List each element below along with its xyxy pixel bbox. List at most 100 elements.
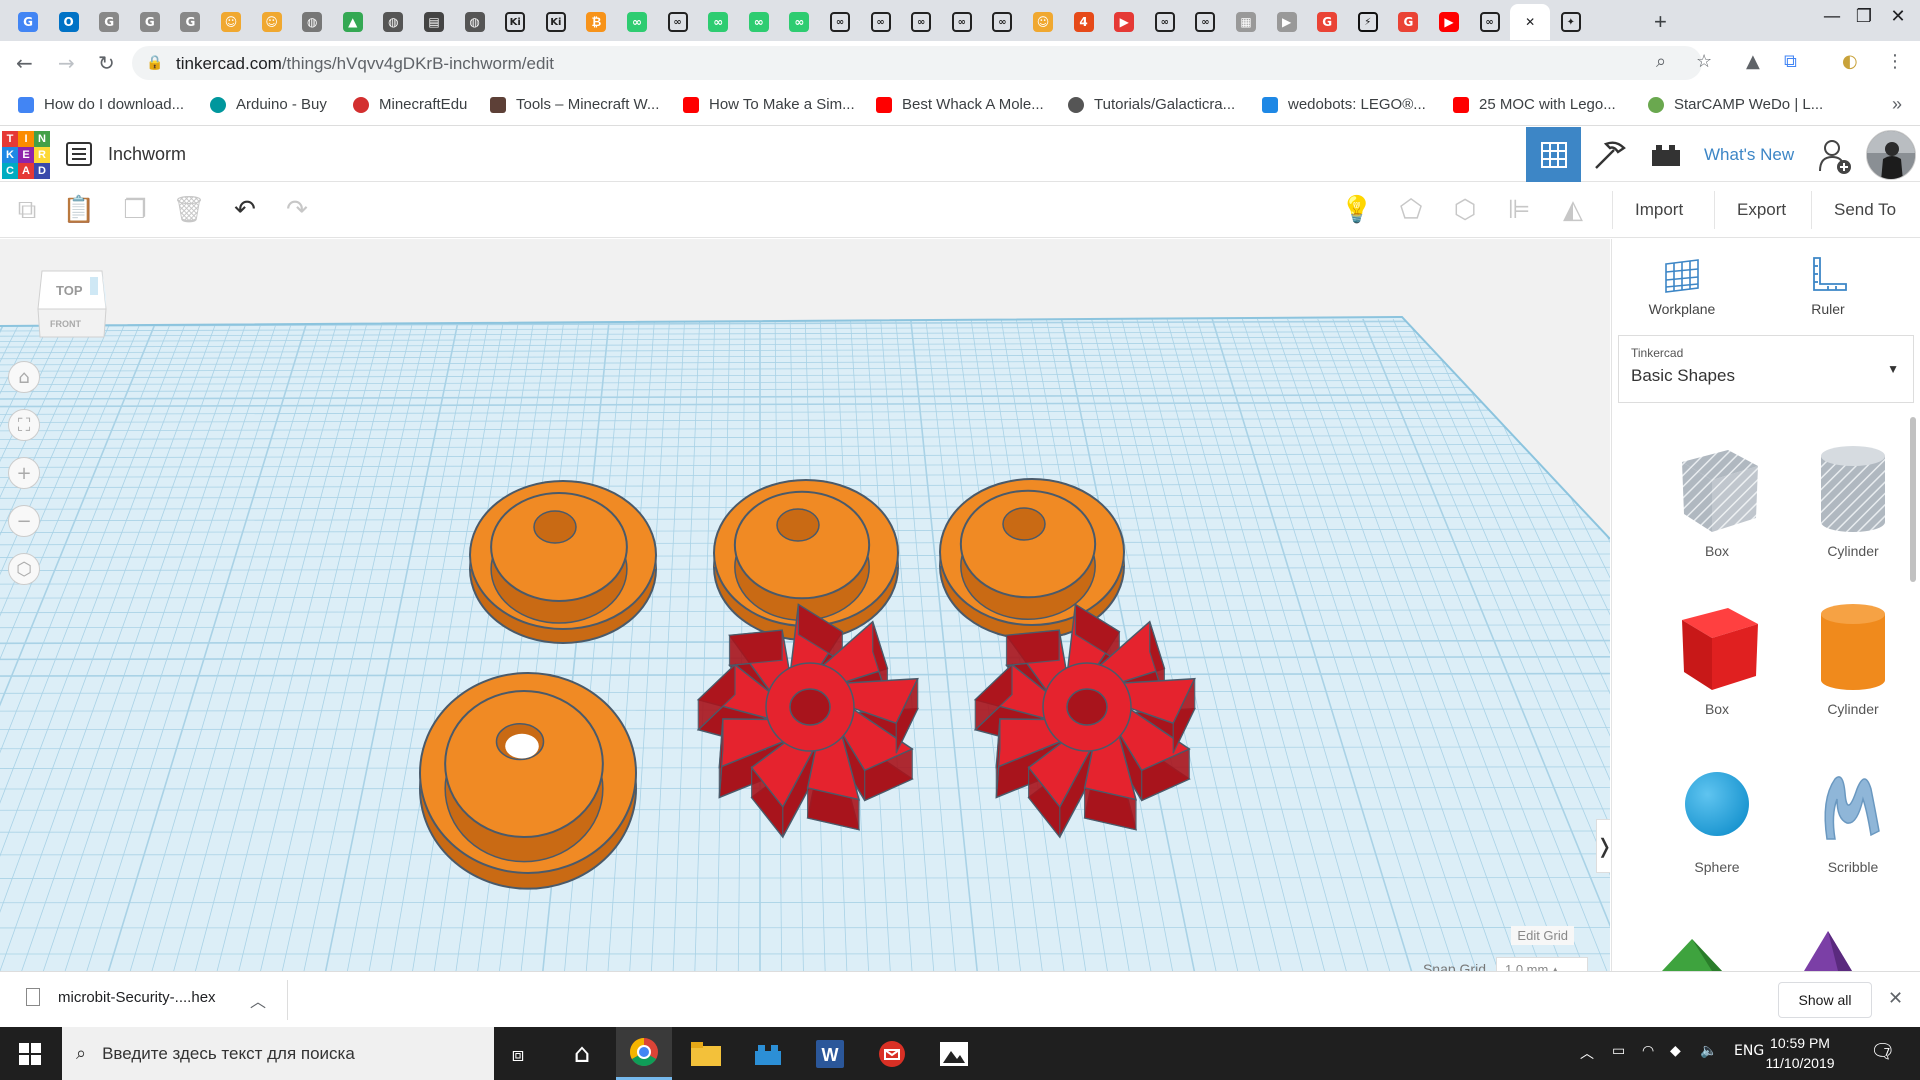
washer-object[interactable] xyxy=(469,480,657,644)
chrome-menu-icon[interactable]: ⋮ xyxy=(1886,51,1904,72)
home-view-button[interactable]: ⌂ xyxy=(8,361,40,393)
bookmark-item[interactable]: Tools – Minecraft W... xyxy=(490,96,659,113)
roof-shape-partial[interactable] xyxy=(1652,929,1732,971)
zoom-in-button[interactable]: + xyxy=(8,457,40,489)
close-download-bar-icon[interactable]: ✕ xyxy=(1888,988,1903,1009)
bricks-icon[interactable] xyxy=(1646,139,1686,171)
washer-object[interactable] xyxy=(939,478,1125,640)
browser-tab[interactable]: ∞ xyxy=(942,4,982,40)
home-app-icon[interactable]: ⌂ xyxy=(554,1027,610,1080)
delete-icon[interactable]: 🗑 xyxy=(172,193,206,227)
collapse-panel-button[interactable]: ❭ xyxy=(1596,819,1610,873)
chrome-taskbar-icon[interactable] xyxy=(616,1027,672,1080)
bookmark-item[interactable]: Tutorials/Galacticra... xyxy=(1068,96,1235,113)
browser-tab[interactable]: ▤ xyxy=(414,4,454,40)
show-all-button[interactable]: Show all xyxy=(1778,982,1872,1018)
browser-tab[interactable]: O xyxy=(49,4,89,40)
bookmark-item[interactable]: wedobots: LEGO®... xyxy=(1262,96,1426,113)
browser-tab[interactable]: G xyxy=(8,4,48,40)
back-button[interactable]: ← xyxy=(16,51,33,75)
browser-tab[interactable]: G xyxy=(1307,4,1347,40)
washer-object[interactable] xyxy=(419,672,637,890)
export-button[interactable]: Export xyxy=(1714,191,1808,229)
browser-tab[interactable]: ⚡ xyxy=(1348,4,1388,40)
browser-tab[interactable]: ▲ xyxy=(333,4,373,40)
lightbulb-icon[interactable]: 💡 xyxy=(1340,193,1374,227)
browser-tab[interactable]: ∞ xyxy=(617,4,657,40)
undo-icon[interactable]: ↶ xyxy=(228,193,262,227)
panel-scrollbar[interactable] xyxy=(1910,417,1916,582)
extension-icon[interactable]: ◐ xyxy=(1842,51,1858,72)
browser-tab[interactable]: ✕ xyxy=(1510,4,1551,40)
battery-icon[interactable]: ▭ xyxy=(1612,1043,1625,1059)
mail-icon[interactable] xyxy=(864,1027,920,1080)
wifi-icon[interactable]: ◠ xyxy=(1642,1043,1654,1059)
notifications-icon[interactable]: 🗨7 xyxy=(1870,1039,1902,1063)
browser-tab[interactable]: ₿ xyxy=(576,4,616,40)
bookmark-item[interactable]: StarCAMP WeDo | L... xyxy=(1648,96,1823,113)
browser-tab[interactable]: Ki xyxy=(536,4,576,40)
design-menu-button[interactable] xyxy=(66,142,92,166)
browser-tab[interactable]: ∞ xyxy=(1145,4,1185,40)
3d-workspace[interactable]: TOP FRONT ⌂ ⛶ + − ⬡ Edit Grid Snap Grid … xyxy=(0,239,1610,971)
user-avatar[interactable] xyxy=(1866,130,1916,180)
gear-object[interactable] xyxy=(973,603,1196,839)
browser-tab[interactable]: ▦ xyxy=(1226,4,1266,40)
copy-icon[interactable]: ⧉ xyxy=(10,193,44,227)
snap-grid-select[interactable]: 1.0 mm ▴ xyxy=(1496,957,1588,971)
browser-tab[interactable]: ∞ xyxy=(1185,4,1225,40)
browser-tab[interactable]: G xyxy=(1388,4,1428,40)
scene-objects[interactable] xyxy=(0,239,1610,971)
bookmark-item[interactable]: MinecraftEdu xyxy=(353,96,467,113)
browser-tab[interactable]: ∞ xyxy=(658,4,698,40)
edit-grid-button[interactable]: Edit Grid xyxy=(1511,926,1574,945)
ruler-tool[interactable]: Ruler xyxy=(1778,251,1878,317)
browser-tab[interactable]: G xyxy=(130,4,170,40)
browser-tab[interactable]: ∞ xyxy=(779,4,819,40)
browser-tab[interactable]: ∞ xyxy=(739,4,779,40)
reload-button[interactable]: ↻ xyxy=(98,51,115,75)
add-user-icon[interactable] xyxy=(1818,137,1852,182)
align-icon[interactable]: ⊫ xyxy=(1502,193,1536,227)
shape-box-hole[interactable]: Box xyxy=(1662,433,1772,573)
browser-tab[interactable]: ☺ xyxy=(211,4,251,40)
more-bookmarks-button[interactable]: » xyxy=(1892,94,1902,115)
download-item[interactable]: microbit-Security-....hex xyxy=(26,988,216,1006)
browser-tab[interactable]: ▶ xyxy=(1267,4,1307,40)
lego-app-icon[interactable] xyxy=(740,1027,796,1080)
fit-view-button[interactable]: ⛶ xyxy=(8,409,40,441)
bookmark-item[interactable]: Arduino - Buy xyxy=(210,96,327,113)
whats-new-link[interactable]: What's New xyxy=(1704,145,1794,165)
shape-cylinder-hole[interactable]: Cylinder xyxy=(1798,433,1908,573)
translate-extension-icon[interactable]: ⧉ xyxy=(1784,51,1797,72)
url-bar[interactable]: 🔒 tinkercad.com/things/hVqvv4gDKrB-inchw… xyxy=(132,46,1702,80)
perspective-button[interactable]: ⬡ xyxy=(8,553,40,585)
file-explorer-icon[interactable] xyxy=(678,1027,734,1080)
redo-icon[interactable]: ↷ xyxy=(280,193,314,227)
show-hidden-icons[interactable]: ︿ xyxy=(1580,1043,1594,1063)
photos-icon[interactable] xyxy=(926,1027,982,1080)
browser-tab[interactable]: ◍ xyxy=(373,4,413,40)
browser-tab[interactable]: ∞ xyxy=(901,4,941,40)
paste-icon[interactable]: 📋 xyxy=(62,193,96,227)
browser-tab[interactable]: ✦ xyxy=(1551,4,1591,40)
new-tab-button[interactable]: + xyxy=(1654,9,1667,35)
design-title[interactable]: Inchworm xyxy=(108,144,186,165)
browser-tab[interactable]: ▶ xyxy=(1429,4,1469,40)
zoom-icon[interactable]: ⌕ xyxy=(1656,51,1666,72)
dropbox-icon[interactable]: ◆ xyxy=(1670,1043,1681,1059)
word-icon[interactable]: W xyxy=(802,1027,858,1080)
browser-tab[interactable]: ▶ xyxy=(1104,4,1144,40)
browser-tab[interactable]: ☺ xyxy=(1023,4,1063,40)
shape-library-dropdown[interactable]: Tinkercad Basic Shapes ▼ xyxy=(1618,335,1914,403)
browser-tab[interactable]: ◍ xyxy=(455,4,495,40)
forward-button[interactable]: → xyxy=(58,51,75,75)
shape-cylinder[interactable]: Cylinder xyxy=(1798,591,1908,731)
browser-tab[interactable]: ☺ xyxy=(252,4,292,40)
view-cube[interactable]: TOP FRONT xyxy=(36,265,108,343)
browser-tab[interactable]: G xyxy=(89,4,129,40)
bookmark-item[interactable]: How do I download... xyxy=(18,96,184,113)
shape-scribble[interactable]: Scribble xyxy=(1798,749,1908,889)
browser-tab[interactable]: ◍ xyxy=(292,4,332,40)
blocks-editor-icon[interactable] xyxy=(1590,139,1630,171)
